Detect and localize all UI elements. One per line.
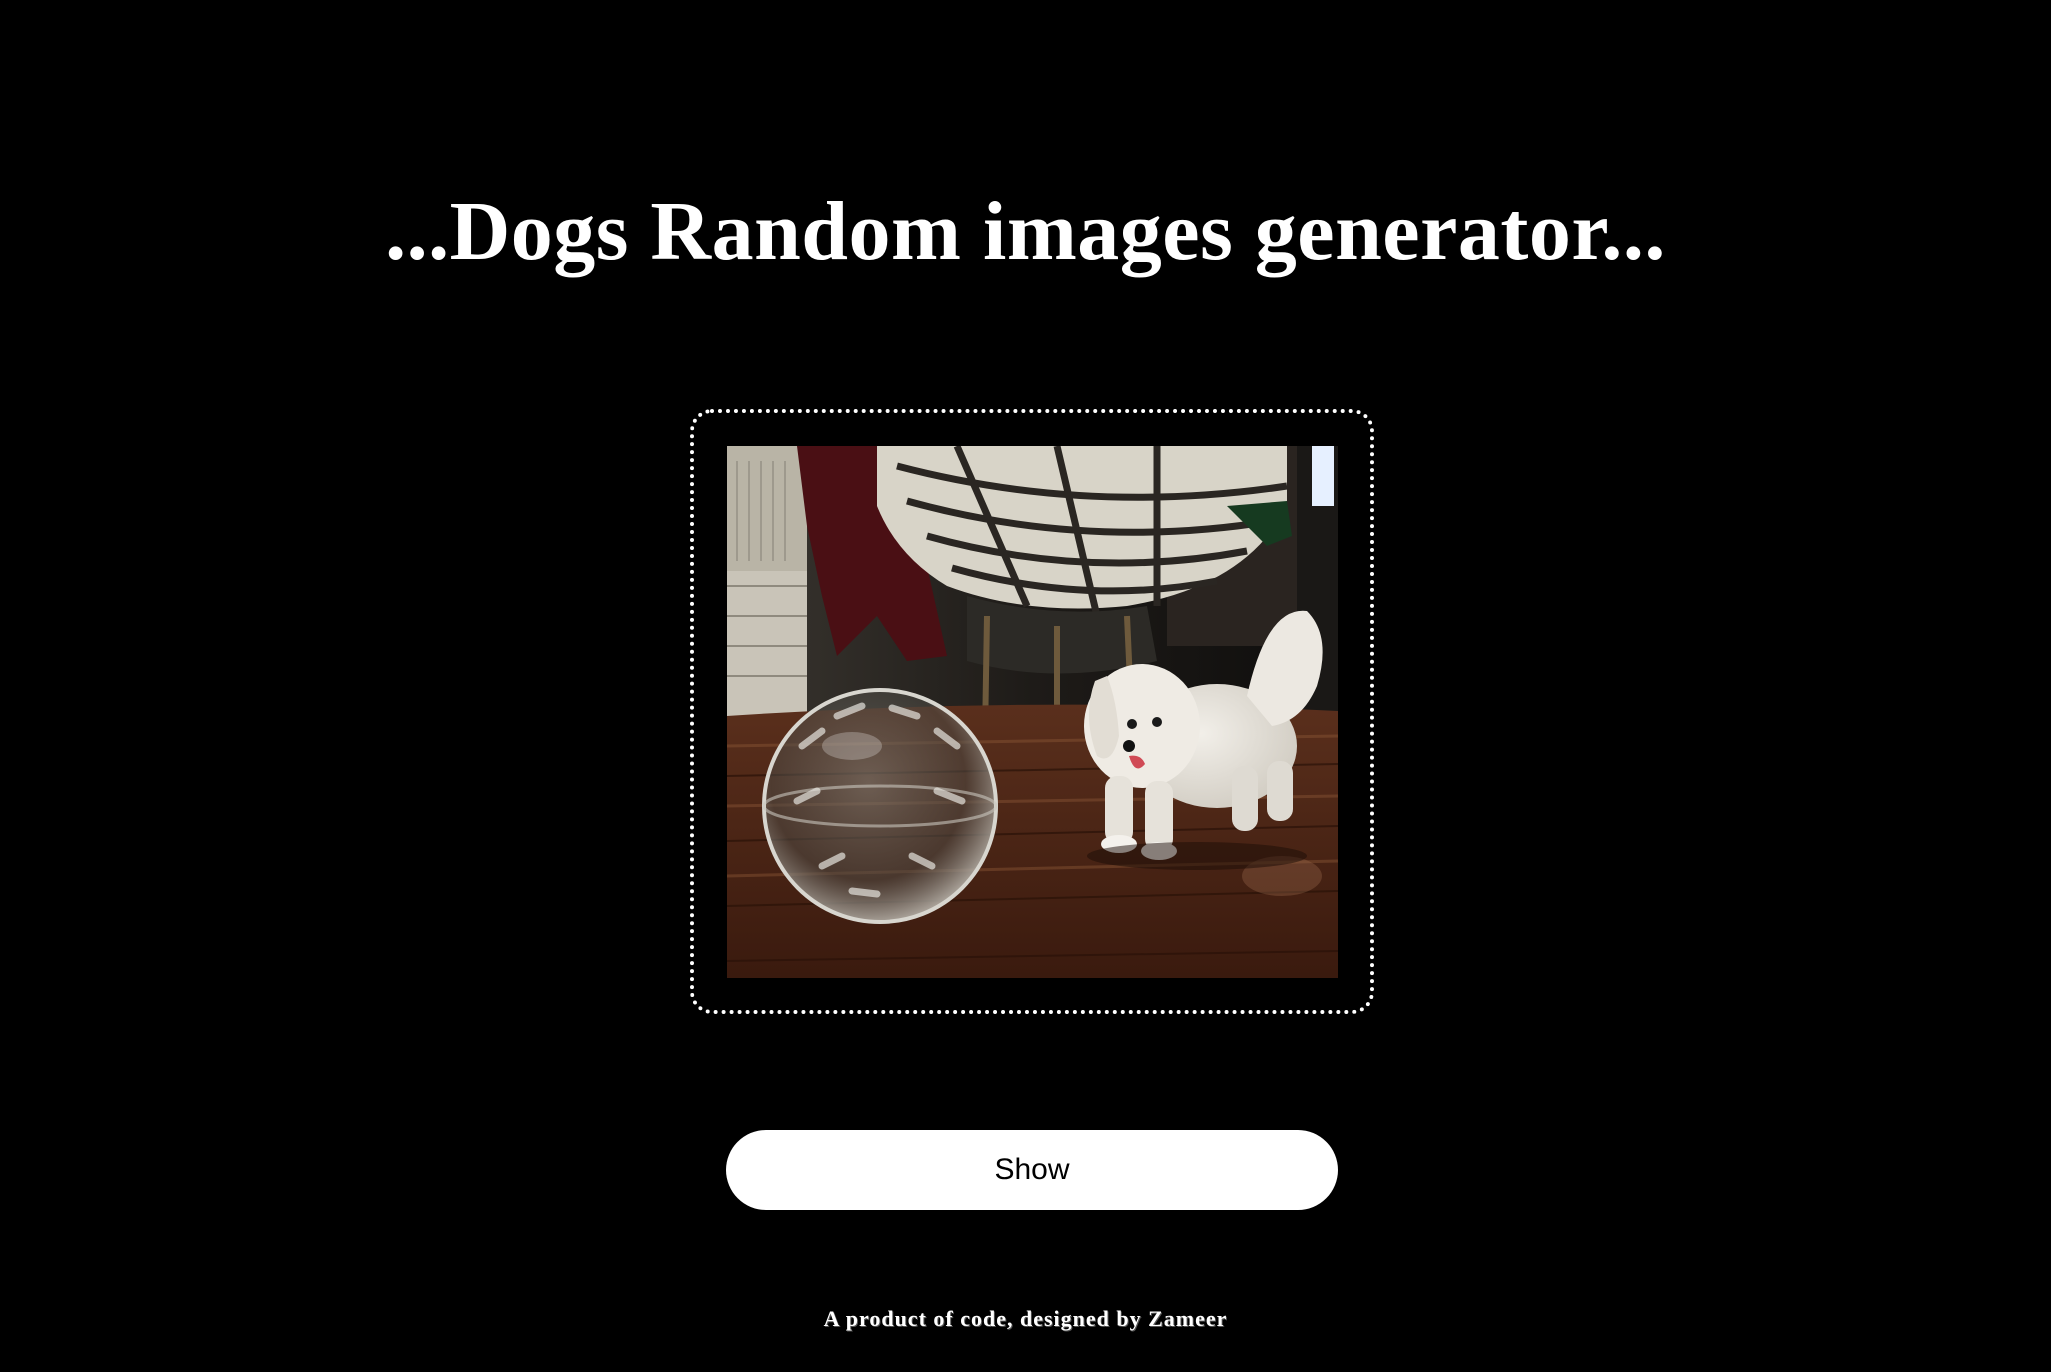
page-title: ...Dogs Random images generator...: [385, 185, 1666, 278]
show-button[interactable]: Show: [726, 1130, 1338, 1210]
dog-image: [727, 446, 1338, 978]
footer-credit: A product of code, designed by Zameer: [823, 1306, 1228, 1331]
